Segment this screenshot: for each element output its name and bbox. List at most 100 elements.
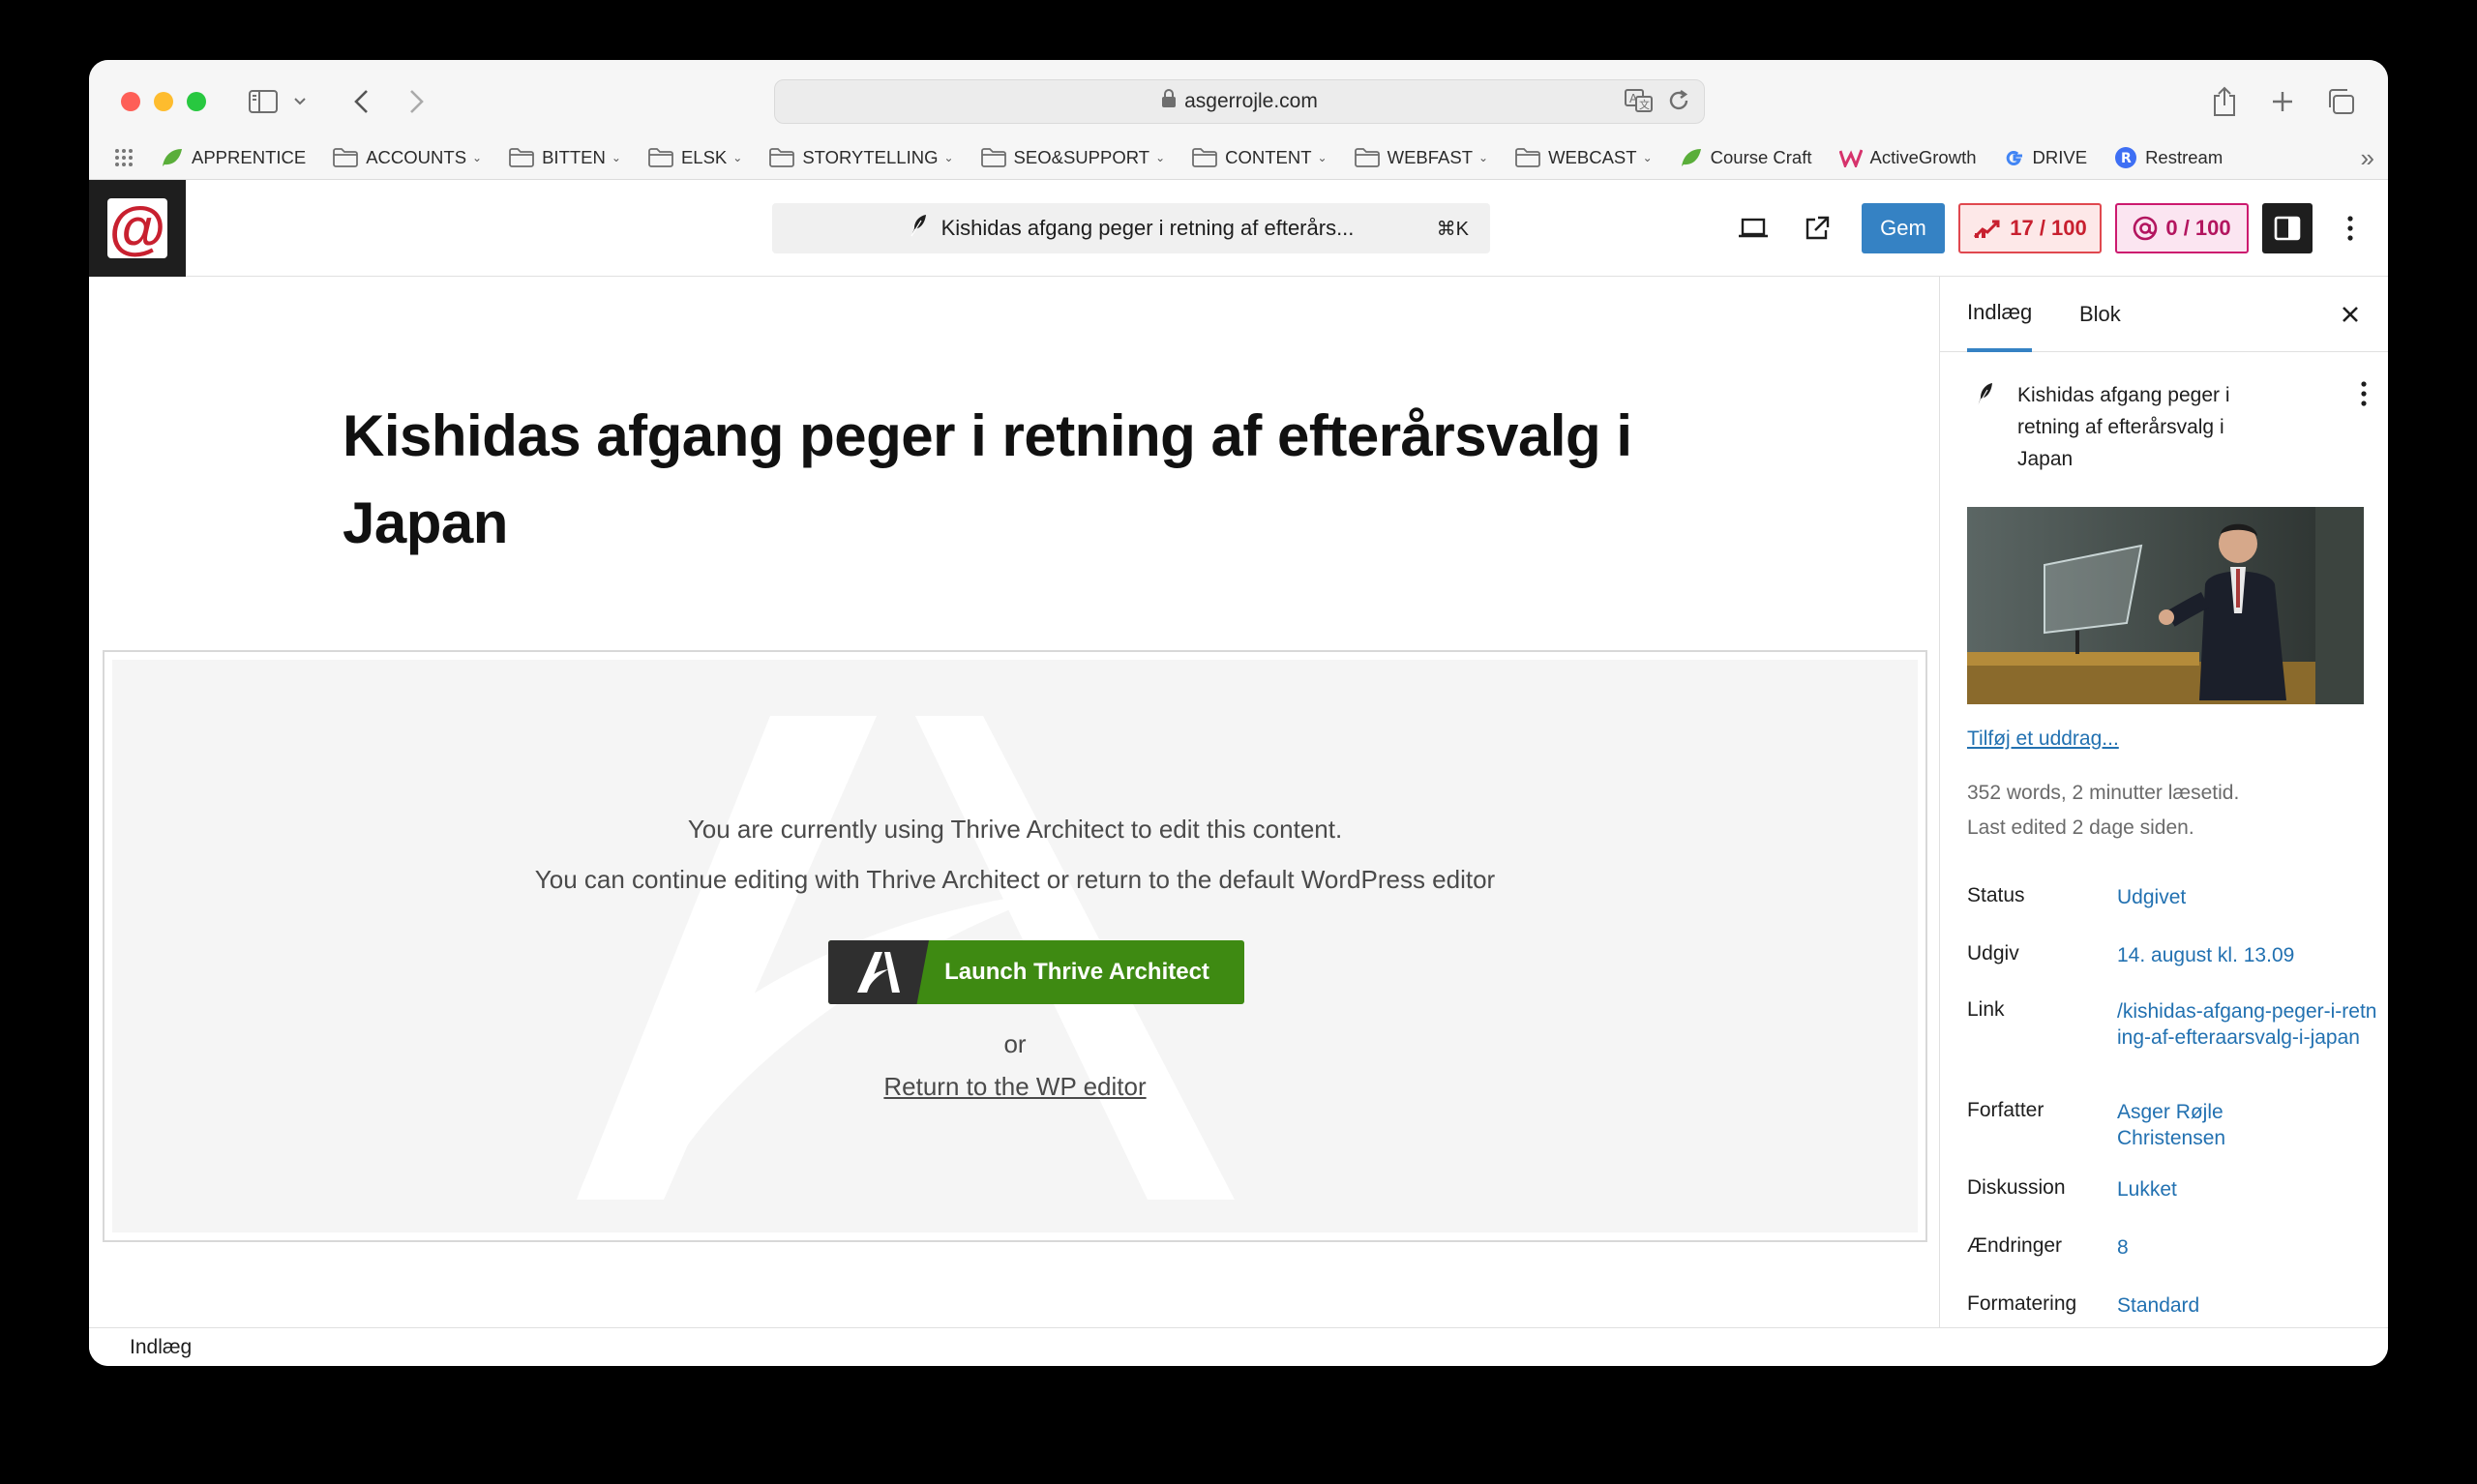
document-title: Kishidas afgang peger i retning af efter… — [940, 216, 1355, 240]
author-value[interactable]: Asger Røjle Christensen — [2117, 1099, 2262, 1151]
readability-at-icon — [2134, 216, 2158, 241]
close-icon[interactable] — [2334, 298, 2367, 331]
editor-header: @ Kishidas afgang peger i retning af eft… — [89, 180, 2388, 277]
prop-label: Udgiv — [1967, 942, 2019, 965]
command-shortcut: ⌘K — [1436, 218, 1469, 240]
bookmark-activegrowth[interactable]: ActiveGrowth — [1838, 147, 1977, 168]
editor-canvas: Kishidas afgang peger i retning af efter… — [89, 277, 1939, 1327]
discussion-value[interactable]: Lukket — [2117, 1176, 2378, 1202]
sidebar-tabs: Indlæg Blok — [1940, 277, 2388, 352]
tab-post[interactable]: Indlæg — [1967, 277, 2033, 352]
bookmark-folder-storytelling[interactable]: STORYTELLING ⌄ — [769, 147, 954, 168]
return-to-wp-editor-link[interactable]: Return to the WP editor — [112, 1072, 1918, 1102]
forward-icon[interactable] — [403, 79, 432, 124]
chevron-down-icon[interactable] — [290, 79, 310, 124]
new-tab-icon[interactable] — [2266, 79, 2299, 124]
readability-score-button[interactable]: 0 / 100 — [2115, 203, 2249, 253]
bookmark-label: ACCOUNTS — [366, 147, 467, 167]
site-logo-button[interactable]: @ — [89, 180, 186, 277]
more-bookmarks-icon[interactable]: » — [2361, 143, 2374, 173]
bookmark-label: STORYTELLING — [802, 147, 939, 167]
bookmark-apprentice[interactable]: APPRENTICE — [161, 147, 306, 168]
folder-icon — [1354, 148, 1380, 167]
save-button[interactable]: Gem — [1862, 203, 1945, 253]
bookmark-label: SEO&SUPPORT — [1013, 147, 1150, 167]
settings-sidebar-toggle[interactable] — [2262, 203, 2313, 253]
chevron-down-icon: ⌄ — [1642, 151, 1653, 164]
back-icon[interactable] — [346, 79, 375, 124]
status-value[interactable]: Udgivet — [2117, 884, 2378, 910]
bookmark-label: WEBFAST — [1387, 147, 1474, 167]
or-separator: or — [1003, 1029, 1027, 1058]
bookmark-drive[interactable]: DRIVE — [2004, 147, 2087, 168]
bookmark-folder-content[interactable]: CONTENT ⌄ — [1192, 147, 1328, 168]
tab-overview-icon[interactable] — [2324, 79, 2357, 124]
featured-image[interactable] — [1967, 507, 2364, 704]
settings-sidebar: Indlæg Blok Kishidas afgang peger i retn… — [1939, 277, 2388, 1327]
folder-icon — [509, 148, 534, 167]
leaf-icon — [1681, 149, 1701, 166]
apps-grid-icon[interactable] — [114, 148, 134, 167]
document-bar[interactable]: Kishidas afgang peger i retning af efter… — [772, 203, 1490, 253]
word-count: 352 words, 2 minutter læsetid. — [1967, 782, 2240, 804]
format-value[interactable]: Standard — [2117, 1292, 2378, 1319]
add-excerpt-link[interactable]: Tilføj et uddrag... — [1967, 727, 2119, 751]
last-edited: Last edited 2 dage siden. — [1967, 816, 2194, 839]
window-controls — [121, 92, 206, 111]
zoom-window-button[interactable] — [187, 92, 206, 111]
post-title[interactable]: Kishidas afgang peger i retning af efter… — [343, 393, 1755, 567]
feather-icon — [1975, 381, 1994, 413]
thrive-info-line-2: You can continue editing with Thrive Arc… — [534, 865, 1496, 894]
options-menu-icon[interactable] — [2334, 203, 2367, 253]
breadcrumb[interactable]: Indlæg — [130, 1336, 192, 1359]
thrive-info-line-1: You are currently using Thrive Architect… — [687, 815, 1343, 844]
sidebar-toggle-icon[interactable] — [244, 79, 283, 124]
bookmark-folder-accounts[interactable]: ACCOUNTS ⌄ — [333, 147, 482, 168]
svg-text:文: 文 — [1639, 98, 1650, 111]
bookmark-course-craft[interactable]: Course Craft — [1680, 147, 1812, 168]
bookmark-label: CONTENT — [1225, 147, 1312, 167]
prop-label: Link — [1967, 998, 2005, 1021]
chevron-down-icon: ⌄ — [1478, 151, 1489, 164]
tab-block[interactable]: Blok — [2079, 277, 2121, 352]
prop-label: Forfatter — [1967, 1099, 2044, 1121]
w-logo-icon — [1838, 149, 1863, 167]
post-actions-menu-icon[interactable] — [2361, 381, 2367, 411]
svg-text:R: R — [2121, 151, 2132, 166]
bookmark-folder-webfast[interactable]: WEBFAST ⌄ — [1354, 147, 1489, 168]
chevron-down-icon: ⌄ — [732, 151, 743, 164]
bookmark-label: Course Craft — [1710, 147, 1812, 167]
folder-icon — [769, 148, 795, 167]
address-bar[interactable]: asgerrojle.com A文 — [774, 79, 1705, 124]
post-card-title: Kishidas afgang peger i retning af efter… — [2017, 384, 2230, 470]
prop-label: Status — [1967, 884, 2025, 906]
r-logo-icon: R — [2115, 147, 2137, 168]
at-logo-icon: @ — [107, 195, 167, 260]
publish-date-value[interactable]: 14. august kl. 13.09 — [2117, 942, 2378, 968]
bookmark-folder-bitten[interactable]: BITTEN ⌄ — [509, 147, 621, 168]
permalink-value[interactable]: /kishidas-afgang-peger-i-retning-af-efte… — [2117, 998, 2378, 1051]
bookmark-label: ELSK — [680, 147, 728, 167]
bookmark-restream[interactable]: R Restream — [2114, 146, 2223, 169]
view-preview-icon[interactable] — [1734, 203, 1773, 253]
minimize-window-button[interactable] — [154, 92, 173, 111]
bookmarks-bar: APPRENTICE ACCOUNTS ⌄ BITTEN ⌄ ELSK ⌄ STORY… — [89, 139, 2388, 176]
launch-thrive-architect-button[interactable]: Launch Thrive Architect — [828, 940, 1244, 1004]
thrive-logo-icon — [828, 940, 929, 1004]
reload-icon[interactable] — [1667, 88, 1690, 119]
external-link-icon[interactable] — [1798, 203, 1836, 253]
chevron-down-icon: ⌄ — [472, 151, 483, 164]
share-icon[interactable] — [2208, 79, 2241, 124]
bookmark-folder-seo-support[interactable]: SEO&SUPPORT ⌄ — [980, 147, 1165, 168]
bookmark-folder-elsk[interactable]: ELSK ⌄ — [648, 147, 742, 168]
seo-score-value: 17 / 100 — [2010, 216, 2087, 240]
folder-icon — [648, 148, 673, 167]
seo-score-button[interactable]: 17 / 100 — [1958, 203, 2102, 253]
close-window-button[interactable] — [121, 92, 140, 111]
revisions-value[interactable]: 8 — [2117, 1234, 2378, 1261]
bookmark-folder-webcast[interactable]: WEBCAST ⌄ — [1515, 147, 1653, 168]
readability-score-value: 0 / 100 — [2165, 216, 2231, 240]
thrive-architect-block: You are currently using Thrive Architect… — [103, 650, 1927, 1242]
prop-label: Formatering — [1967, 1292, 2077, 1315]
translate-icon[interactable]: A文 — [1625, 88, 1654, 119]
